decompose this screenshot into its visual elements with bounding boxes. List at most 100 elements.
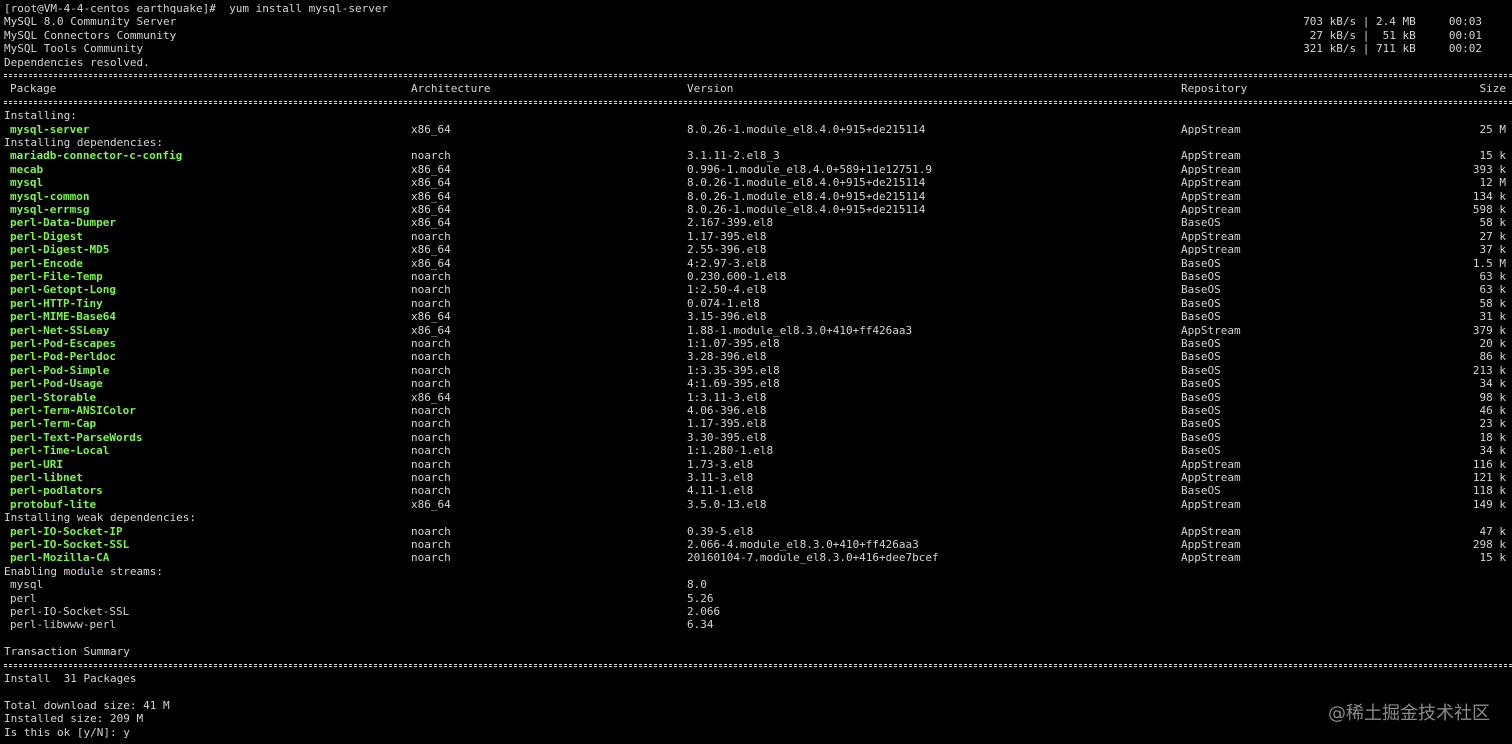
package-size: 598 k [1472,203,1506,216]
package-arch: noarch [411,363,451,377]
package-row: perl-libnet noarch 3.11-3.el8 AppStream 121 … [0,471,1512,484]
package-size: 34 k [1479,444,1507,458]
package-repo: BaseOS [1181,444,1221,458]
package-version: 0.074-1.el8 [687,296,760,310]
package-repo: AppStream [1181,203,1241,216]
module-stream-row: perl-libwww-perl 6.34 [0,618,1512,631]
package-version: 1:1.280-1.el8 [687,444,774,458]
package-name: perl-Time-Local [10,444,110,458]
package-name: perl-Term-Cap [10,417,97,431]
package-repo: AppStream [1181,189,1241,203]
package-row: perl-HTTP-Tiny noarch 0.074-1.el8 BaseOS 58 … [0,297,1512,310]
package-arch: x86_64 [411,122,451,136]
repo-name: MySQL Tools Community [4,42,144,56]
package-size: 121 k [1472,471,1506,484]
package-row: perl-Digest-MD5 x86_64 2.55-396.el8 AppStre… [0,243,1512,256]
package-size: 393 k [1472,162,1506,176]
package-arch: noarch [411,337,451,350]
package-arch: noarch [411,484,451,498]
repo-metadata-line: MySQL Connectors Community 27 kB/s | 51 … [0,29,1512,42]
package-row: mysql-errmsg x86_64 8.0.26-1.module_el8.4.… [0,203,1512,216]
package-size: 298 k [1472,538,1506,551]
package-version: 2.066-4.module_el8.3.0+410+ff426aa3 [687,538,919,551]
package-row: perl-Storable x86_64 1:3.11-3.el8 BaseOS 98 … [0,391,1512,404]
package-repo: BaseOS [1181,350,1221,364]
package-arch: noarch [411,524,451,538]
stream-version: 8.0 [687,578,707,592]
package-name: perl-Net-SSLeay [10,323,110,337]
terminal-window[interactable]: [root@VM-4-4-centos earthquake]# yum ins… [0,0,1512,744]
module-stream-row: perl 5.26 [0,592,1512,605]
stream-version: 2.066 [687,605,721,618]
stream-name: perl [10,591,37,605]
package-size: 116 k [1472,457,1506,471]
module-stream-row: perl-IO-Socket-SSL 2.066 [0,605,1512,618]
repo-stats: 703 kB/s | 2.4 MB 00:03 [1303,15,1482,29]
package-name: perl-HTTP-Tiny [10,296,103,310]
package-version: 3.30-395.el8 [687,430,767,444]
package-size: 63 k [1479,270,1507,283]
package-arch: noarch [411,444,451,458]
package-arch: noarch [411,471,451,484]
package-repo: AppStream [1181,538,1241,551]
package-row: perl-Text-ParseWords noarch 3.30-395.el8 Ba… [0,431,1512,444]
package-name: perl-URI [10,457,63,471]
package-size: 63 k [1479,283,1507,297]
header-version: Version [687,82,734,96]
package-repo: AppStream [1181,457,1241,471]
section-dependencies: Installing dependencies: [0,136,1512,149]
section-dependencies-text: Installing dependencies: [4,136,163,149]
package-name: perl-libnet [10,471,83,484]
package-version: 4:2.97-3.el8 [687,256,767,270]
deps-resolved-text: Dependencies resolved. [4,55,150,69]
summary-title-text: Transaction Summary [4,645,130,659]
package-name: perl-Pod-Perldoc [10,350,116,364]
package-size: 20 k [1479,337,1507,350]
table-rule-top [4,74,1512,77]
package-row: mariadb-connector-c-config noarch 3.1.11-2… [0,149,1512,162]
package-name: perl-File-Temp [10,270,103,283]
package-row: mysql-common x86_64 8.0.26-1.module_el8.4.… [0,190,1512,203]
package-repo: BaseOS [1181,390,1221,404]
section-weak-dependencies-text: Installing weak dependencies: [4,511,197,525]
total-download-size-text: Total download size: 41 M [4,698,170,712]
package-repo: BaseOS [1181,310,1221,324]
package-repo: AppStream [1181,551,1241,565]
repo-stats: 27 kB/s | 51 kB 00:01 [1303,28,1482,42]
module-stream-row: mysql 8.0 [0,578,1512,591]
package-name: mysql [10,176,44,190]
stream-version: 5.26 [687,591,714,605]
deps-resolved: Dependencies resolved. [0,56,1512,69]
package-name: perl-Storable [10,390,97,404]
package-name: perl-IO-Socket-IP [10,524,123,538]
package-arch: x86_64 [411,256,451,270]
package-repo: BaseOS [1181,337,1221,350]
package-version: 3.28-396.el8 [687,350,767,364]
package-version: 1.17-395.el8 [687,229,767,243]
package-repo: BaseOS [1181,296,1221,310]
package-version: 8.0.26-1.module_el8.4.0+915+de215114 [687,189,926,203]
package-row: perl-IO-Socket-IP noarch 0.39-5.el8 AppStre… [0,525,1512,538]
package-arch: x86_64 [411,323,451,337]
package-row: perl-Pod-Usage noarch 4:1.69-395.el8 BaseOS… [0,377,1512,390]
package-repo: AppStream [1181,471,1241,484]
package-row: perl-Data-Dumper x86_64 2.167-399.el8 BaseO… [0,216,1512,229]
package-name: perl-Getopt-Long [10,283,116,297]
summary-rule [4,663,1512,667]
package-repo: BaseOS [1181,216,1221,230]
package-arch: noarch [411,417,451,431]
section-installing: Installing: [0,109,1512,122]
package-arch: noarch [411,296,451,310]
package-size: 37 k [1479,243,1507,257]
table-rule-header [4,100,1512,104]
package-repo: BaseOS [1181,430,1221,444]
package-row: perl-podlators noarch 4.11-1.el8 BaseOS 118 … [0,484,1512,497]
package-row: perl-Net-SSLeay x86_64 1.88-1.module_el8.3… [0,324,1512,337]
package-repo: AppStream [1181,149,1241,163]
package-row: perl-IO-Socket-SSL noarch 2.066-4.module_e… [0,538,1512,551]
package-size: 12 M [1479,176,1507,190]
command-prompt: [root@VM-4-4-centos earthquake]# yum ins… [0,2,1512,15]
package-size: 379 k [1472,323,1506,337]
package-arch: noarch [411,283,451,297]
package-name: perl-Text-ParseWords [10,430,143,444]
